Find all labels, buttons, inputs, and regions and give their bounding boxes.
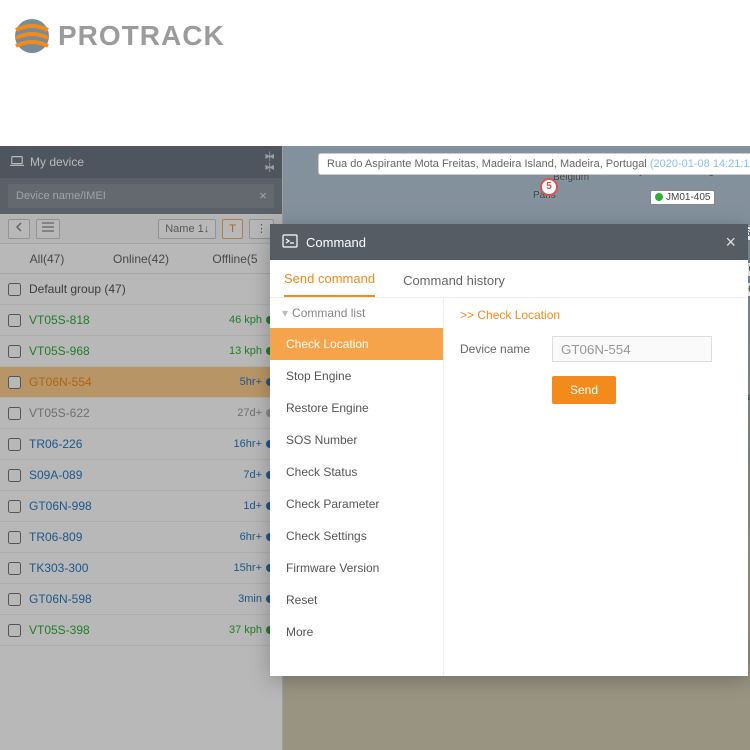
command-item[interactable]: SOS Number [270,424,443,456]
tab-command-history[interactable]: Command history [403,273,505,297]
address-text: Rua do Aspirante Mota Freitas, Madeira I… [327,158,647,170]
command-item[interactable]: Restore Engine [270,392,443,424]
command-icon [282,234,298,251]
command-list-panel: ▾Command list Check LocationStop EngineR… [270,298,444,676]
device-name-input[interactable] [552,336,712,362]
modal-title: Command [306,235,366,250]
command-item[interactable]: Check Parameter [270,488,443,520]
chevron-down-icon: ▾ [282,306,288,320]
logo-text: PROTRACK [58,20,225,52]
command-item[interactable]: More [270,616,443,648]
app-logo: PROTRACK [0,0,750,74]
command-modal: Command × Send command Command history ▾… [270,224,748,676]
command-breadcrumb: >> Check Location [460,308,732,322]
send-button[interactable]: Send [552,376,616,404]
address-timestamp: (2020-01-08 14:21:11) [650,158,750,170]
command-item[interactable]: Stop Engine [270,360,443,392]
map-marker[interactable]: 5 [540,178,558,196]
address-pill: Rua do Aspirante Mota Freitas, Madeira I… [318,153,750,175]
command-item[interactable]: Check Status [270,456,443,488]
device-name-label: Device name [460,342,542,356]
command-item[interactable]: Check Location [270,328,443,360]
command-item[interactable]: Firmware Version [270,552,443,584]
command-list-header[interactable]: ▾Command list [270,298,443,328]
modal-tabs: Send command Command history [270,260,748,298]
command-item[interactable]: Check Settings [270,520,443,552]
tab-send-command[interactable]: Send command [284,271,375,297]
logo-mark-icon [14,18,50,54]
command-item[interactable]: Reset [270,584,443,616]
map-device-tag[interactable]: JM01-405 [650,190,715,205]
command-form-panel: >> Check Location Device name Send [444,298,748,676]
modal-header: Command × [270,224,748,260]
close-icon[interactable]: × [725,232,736,253]
